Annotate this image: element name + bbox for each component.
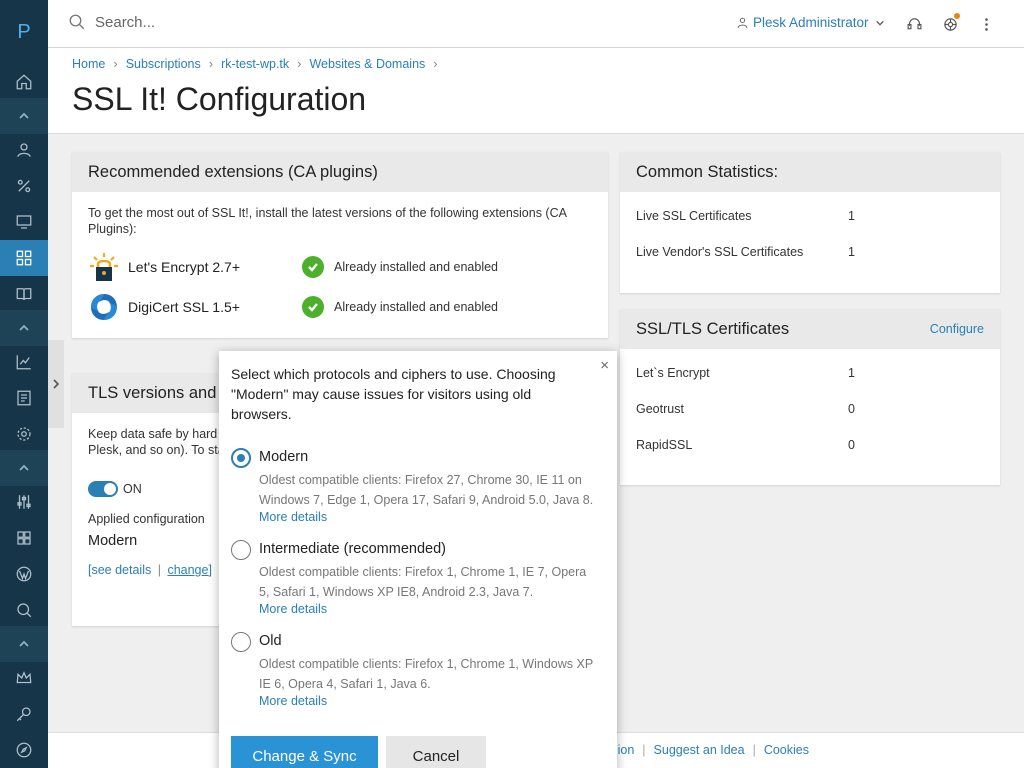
cert-row: Geotrust 0 [636, 402, 855, 416]
chevron-right-icon [53, 379, 60, 389]
extensions-card: Recommended extensions (CA plugins) To g… [72, 152, 608, 338]
check-icon [302, 296, 324, 318]
breadcrumb-home[interactable]: Home [72, 57, 105, 71]
list-icon[interactable] [0, 380, 48, 416]
chevron-right-icon: › [113, 56, 118, 71]
group-collapse-2-icon[interactable] [0, 310, 48, 346]
monitor-icon[interactable] [0, 204, 48, 240]
stat-row: Live SSL Certificates 1 [636, 209, 855, 223]
search-doc-icon[interactable] [0, 592, 48, 628]
gear-icon[interactable] [0, 416, 48, 452]
breadcrumb: Home › Subscriptions › rk-test-wp.tk › W… [72, 56, 446, 71]
search-box [68, 13, 355, 31]
percent-icon[interactable] [0, 168, 48, 204]
notification-dot [954, 13, 960, 19]
cert-row: RapidSSL 0 [636, 438, 855, 452]
radio-old[interactable] [231, 632, 251, 652]
support-icon[interactable] [904, 14, 924, 34]
option-description: Oldest compatible clients: Firefox 27, C… [259, 473, 594, 507]
tls-config-popover: × Select which protocols and ciphers to … [219, 351, 617, 768]
chevron-right-icon: › [433, 56, 438, 71]
extension-name: Let's Encrypt 2.7+ [128, 259, 241, 275]
option-description: Oldest compatible clients: Firefox 1, Ch… [259, 565, 587, 599]
chevron-down-icon [875, 20, 884, 26]
option-label: Intermediate (recommended) [259, 541, 446, 557]
configure-link[interactable]: Configure [930, 322, 984, 336]
group-collapse-3-icon[interactable] [0, 450, 48, 486]
plesk-logo[interactable]: P [0, 0, 48, 64]
crown-icon[interactable] [0, 660, 48, 696]
group-collapse-4-icon[interactable] [0, 626, 48, 662]
ssl-certificates-card: SSL/TLS Certificates Configure Let`s Enc… [620, 309, 1000, 485]
user-label: Plesk Administrator [753, 15, 869, 30]
common-statistics-card: Common Statistics: Live SSL Certificates… [620, 152, 1000, 293]
user-menu[interactable]: Plesk Administrator [736, 15, 885, 30]
stat-row: Live Vendor's SSL Certificates 1 [636, 245, 855, 259]
tls-toggle[interactable] [88, 481, 118, 497]
apps-icon[interactable] [0, 240, 48, 276]
panel-toggle[interactable] [48, 340, 64, 428]
option-label: Old [259, 633, 282, 649]
search-input[interactable] [95, 13, 355, 31]
wordpress-icon[interactable] [0, 556, 48, 592]
page-title: SSL It! Configuration [72, 81, 367, 117]
radio-modern[interactable] [231, 448, 251, 468]
key-icon[interactable] [0, 696, 48, 732]
book-icon[interactable] [0, 276, 48, 312]
check-icon [302, 256, 324, 278]
extension-name: DigiCert SSL 1.5+ [128, 299, 240, 315]
popover-intro: Select which protocols and ciphers to us… [231, 366, 556, 422]
see-details-link[interactable]: [see details [88, 563, 151, 577]
change-link[interactable]: change] [167, 563, 211, 577]
footer-suggest-idea-link[interactable]: Suggest an Idea [654, 743, 745, 757]
extensions-intro: To get the most out of SSL It!, install … [88, 206, 567, 236]
more-details-link[interactable]: More details [259, 602, 327, 616]
extension-row: Let's Encrypt 2.7+ Already installed and… [88, 247, 592, 287]
option-description: Oldest compatible clients: Firefox 1, Ch… [259, 657, 593, 691]
home-icon[interactable] [0, 64, 48, 100]
breadcrumb-subscriptions[interactable]: Subscriptions [126, 57, 201, 71]
more-details-link[interactable]: More details [259, 510, 327, 524]
extensions-card-title: Recommended extensions (CA plugins) [72, 152, 608, 192]
cancel-button[interactable]: Cancel [386, 736, 486, 768]
toggle-label: ON [123, 482, 142, 496]
change-sync-button[interactable]: Change & Sync [231, 736, 378, 768]
chart-icon[interactable] [0, 344, 48, 380]
search-icon [69, 14, 85, 30]
notifications-icon[interactable] [940, 13, 960, 34]
user-icon[interactable] [0, 132, 48, 168]
breadcrumb-websites-domains[interactable]: Websites & Domains [309, 57, 425, 71]
option-label: Modern [259, 449, 309, 465]
footer-cookies-link[interactable]: Cookies [764, 743, 809, 757]
cert-row: Let`s Encrypt 1 [636, 366, 855, 380]
extension-status: Already installed and enabled [334, 260, 499, 274]
extension-row: DigiCert SSL 1.5+ Already installed and … [88, 287, 592, 327]
chevron-right-icon: › [208, 56, 214, 71]
statistics-card-title: Common Statistics: [620, 152, 1000, 192]
radio-intermediate[interactable] [231, 540, 251, 560]
extension-status: Already installed and enabled [334, 300, 499, 314]
compass-icon[interactable] [0, 732, 48, 768]
page-header: Home › Subscriptions › rk-test-wp.tk › W… [48, 48, 1024, 134]
link-separator: | [157, 563, 161, 577]
puzzle-icon[interactable] [0, 520, 48, 556]
topbar: Plesk Administrator [48, 0, 1024, 48]
sliders-icon[interactable] [0, 484, 48, 520]
certificates-card-title: SSL/TLS Certificates [636, 319, 790, 338]
digicert-logo-icon [91, 294, 117, 320]
user-icon [737, 17, 748, 29]
more-vertical-icon[interactable] [976, 14, 996, 34]
breadcrumb-domain[interactable]: rk-test-wp.tk [221, 57, 289, 71]
chevron-right-icon: › [297, 56, 302, 71]
sidebar: P [0, 0, 48, 768]
more-details-link[interactable]: More details [259, 694, 327, 708]
group-collapse-1-icon[interactable] [0, 98, 48, 134]
letsencrypt-logo-icon [90, 253, 118, 281]
close-icon[interactable]: × [600, 357, 609, 374]
